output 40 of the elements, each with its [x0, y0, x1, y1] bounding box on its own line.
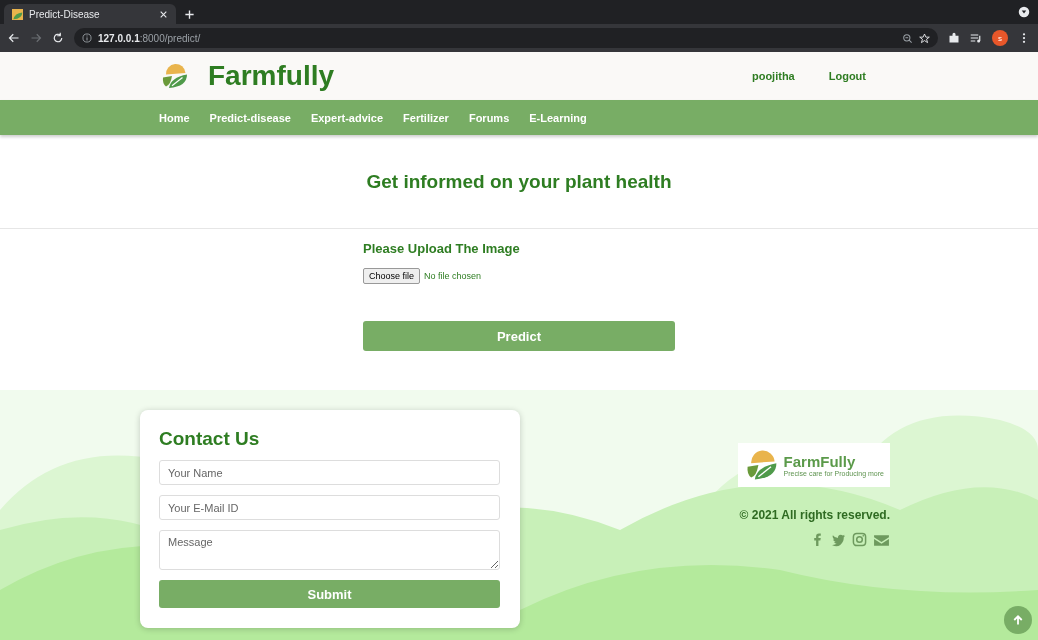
profile-avatar[interactable]: s: [992, 30, 1008, 46]
back-arrow-icon[interactable]: [8, 32, 20, 44]
logo-name: FarmFully: [783, 453, 856, 470]
reload-icon[interactable]: [52, 32, 64, 44]
choose-file-button[interactable]: Choose file: [363, 268, 421, 284]
brand-name: Farmfully: [208, 60, 336, 92]
plus-icon[interactable]: [184, 9, 195, 20]
queue-icon[interactable]: [970, 32, 982, 44]
submit-button[interactable]: Submit: [159, 580, 500, 608]
leaf-logo-icon: [12, 8, 23, 20]
input-field[interactable]: Your Name: [159, 460, 500, 485]
url-text: 127.0.0.1:8000/predict/: [98, 32, 201, 44]
nav-link[interactable]: Fertilizer: [403, 111, 449, 124]
instagram-icon[interactable]: [852, 532, 867, 547]
nav-link[interactable]: E-Learning: [529, 111, 587, 124]
leaf-logo-icon: [160, 61, 190, 91]
logout-link[interactable]: Logout: [828, 70, 866, 82]
up-arrow-icon: [1012, 614, 1024, 626]
contact-title: Contact Us: [159, 428, 261, 450]
nav-link[interactable]: Predict-disease: [209, 111, 291, 124]
twitter-icon[interactable]: [831, 532, 846, 547]
upload-label: Please Upload The Image: [363, 241, 521, 256]
mail-icon[interactable]: [873, 532, 890, 549]
input-field[interactable]: Your E-Mail ID: [159, 495, 500, 520]
nav-link[interactable]: Home: [159, 111, 190, 124]
copyright-text: © 2021 All rights reserved.: [739, 508, 890, 522]
dropdown-icon[interactable]: [1018, 6, 1030, 18]
predict-button[interactable]: Predict: [363, 321, 675, 351]
user-link[interactable]: poojitha: [751, 70, 795, 82]
address-bar[interactable]: 127.0.0.1:8000/predict/: [74, 28, 938, 48]
info-icon: [82, 33, 92, 43]
close-icon[interactable]: [159, 9, 168, 19]
zoom-icon[interactable]: [902, 32, 913, 44]
nav-link[interactable]: Forums: [468, 111, 510, 124]
page-title: Get informed on your plant health: [366, 170, 672, 193]
file-status: No file chosen: [424, 271, 482, 281]
nav-link[interactable]: Expert-advice: [310, 111, 384, 124]
message-field[interactable]: Message: [159, 530, 500, 570]
browser-tab[interactable]: Predict-Disease: [4, 4, 176, 24]
star-icon[interactable]: [919, 32, 930, 44]
